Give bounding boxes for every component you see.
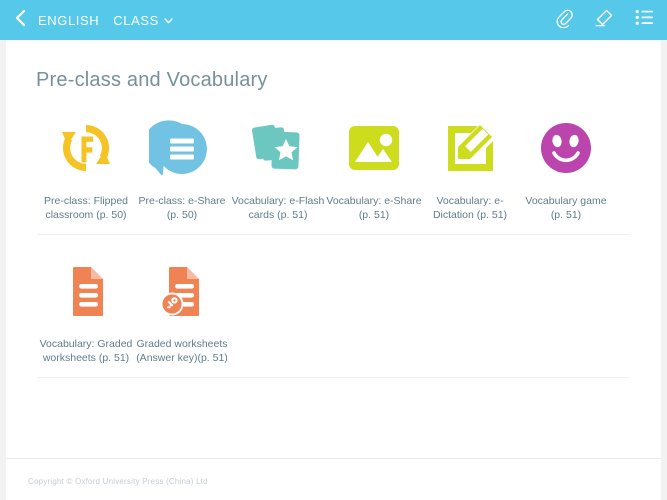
header-actions bbox=[553, 8, 655, 32]
tile-label: Vocabulary game (p. 51) bbox=[525, 195, 607, 221]
tile-graded-worksheets[interactable]: Vocabulary: Graded worksheets (p. 51) bbox=[38, 251, 134, 369]
flash-cards-icon bbox=[244, 114, 312, 182]
tile-pre-class-eshare[interactable]: Pre-class: e-Share (p. 50) bbox=[134, 108, 230, 226]
tile-graded-worksheets-answer-key[interactable]: Graded worksheets (Answer key)(p. 51) bbox=[134, 251, 230, 369]
smiley-face-icon bbox=[532, 114, 600, 182]
class-label: CLASS bbox=[113, 12, 159, 28]
copyright-text: Copyright © Oxford University Press (Chi… bbox=[28, 477, 208, 486]
content-card: Pre-class and Vocabulary Pre-class: Flip… bbox=[6, 40, 661, 500]
tile-eflash-cards[interactable]: Vocabulary: e-Flash cards (p. 51) bbox=[230, 108, 326, 226]
chevron-down-icon bbox=[164, 11, 173, 29]
app-header: ENGLISH CLASS bbox=[0, 0, 667, 40]
flipped-classroom-icon bbox=[52, 114, 120, 182]
attachment-icon bbox=[555, 8, 573, 33]
footer-divider bbox=[6, 458, 661, 459]
class-selector[interactable]: CLASS bbox=[105, 11, 173, 29]
tile-label: Vocabulary: Graded worksheets (p. 51) bbox=[39, 338, 133, 364]
attachment-button[interactable] bbox=[553, 8, 575, 32]
tile-row: Pre-class: Flipped classroom (p. 50) Pre… bbox=[18, 92, 649, 234]
image-icon bbox=[340, 114, 408, 182]
tile-label: Vocabulary: e-Share (p. 51) bbox=[326, 195, 422, 221]
tile-edictation[interactable]: Vocabulary: e-Dictation (p. 51) bbox=[422, 108, 518, 226]
tile-label: Pre-class: Flipped classroom (p. 50) bbox=[43, 195, 129, 221]
tile-label: Vocabulary: e-Dictation (p. 51) bbox=[432, 195, 508, 221]
tile-row: Vocabulary: Graded worksheets (p. 51) Gr… bbox=[18, 235, 649, 377]
dictation-pencil-icon bbox=[436, 114, 504, 182]
tile-label: Pre-class: e-Share (p. 50) bbox=[138, 195, 226, 221]
speech-bubble-icon bbox=[148, 114, 216, 182]
tile-flipped-classroom[interactable]: Pre-class: Flipped classroom (p. 50) bbox=[38, 108, 134, 226]
worksheet-document-icon bbox=[52, 257, 120, 325]
tile-vocabulary-eshare[interactable]: Vocabulary: e-Share (p. 51) bbox=[326, 108, 422, 226]
eraser-button[interactable] bbox=[593, 8, 615, 32]
section-divider bbox=[38, 377, 629, 378]
eraser-icon bbox=[594, 8, 614, 33]
tile-sections: Pre-class: Flipped classroom (p. 50) Pre… bbox=[6, 92, 661, 378]
header-left-group: ENGLISH CLASS bbox=[8, 6, 173, 34]
list-menu-icon bbox=[635, 9, 654, 31]
page-title: Pre-class and Vocabulary bbox=[36, 69, 268, 91]
answer-key-document-icon bbox=[148, 257, 216, 325]
chevron-left-icon bbox=[15, 9, 26, 32]
back-button[interactable] bbox=[8, 6, 32, 34]
tile-label: Graded worksheets (Answer key)(p. 51) bbox=[136, 338, 228, 364]
subject-label[interactable]: ENGLISH bbox=[32, 13, 105, 28]
app-root: ENGLISH CLASS Pre-class and Vocabulary P… bbox=[0, 0, 667, 500]
list-menu-button[interactable] bbox=[633, 8, 655, 32]
tile-label: Vocabulary: e-Flash cards (p. 51) bbox=[231, 195, 325, 221]
tile-vocabulary-game[interactable]: Vocabulary game (p. 51) bbox=[518, 108, 614, 226]
